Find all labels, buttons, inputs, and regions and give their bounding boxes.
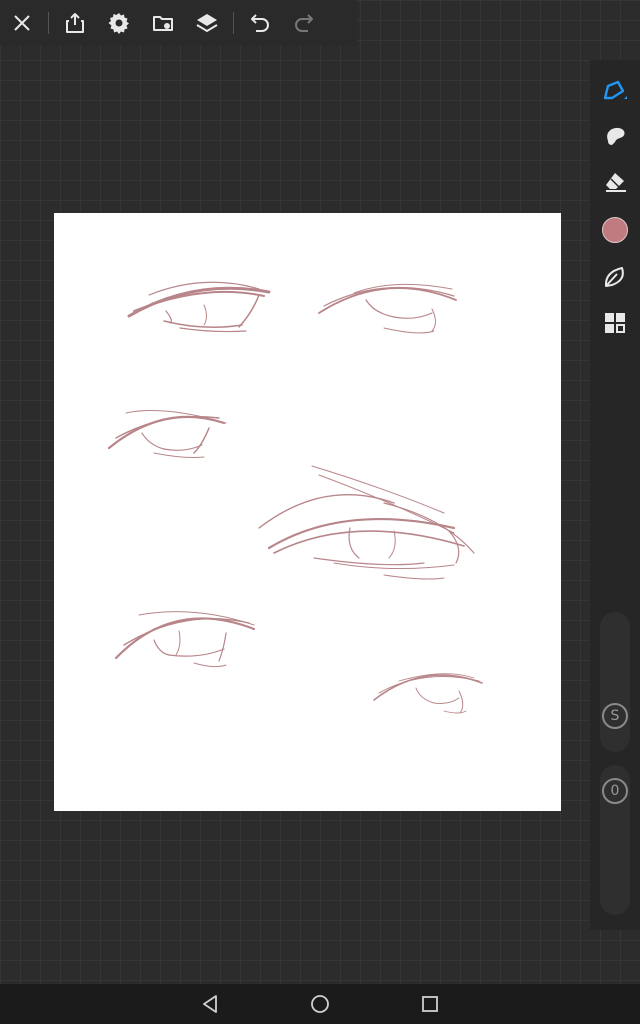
- tool-sidebar: S 0: [590, 60, 640, 930]
- recents-button[interactable]: [375, 984, 485, 1024]
- system-nav-bar: [0, 984, 640, 1024]
- color-swatch: [602, 217, 628, 243]
- brush-library-button[interactable]: [590, 257, 640, 297]
- recents-icon: [422, 996, 438, 1012]
- toolbar-divider: [233, 12, 234, 34]
- top-toolbar: [0, 0, 357, 46]
- undo-button[interactable]: [238, 0, 282, 46]
- smudge-tool-button[interactable]: [590, 116, 640, 156]
- color-picker-button[interactable]: [590, 210, 640, 250]
- gallery-icon: [153, 16, 173, 31]
- close-button[interactable]: [0, 0, 44, 46]
- opacity-label: 0: [610, 783, 620, 799]
- eraser-icon: [606, 173, 626, 192]
- gallery-button[interactable]: [141, 0, 185, 46]
- grid-icon: [605, 313, 625, 333]
- drawing-canvas[interactable]: [54, 213, 561, 811]
- size-label: S: [610, 708, 620, 724]
- toolbar-divider: [48, 12, 49, 34]
- pen-icon: [603, 80, 627, 100]
- back-button[interactable]: [155, 984, 265, 1024]
- settings-button[interactable]: [97, 0, 141, 46]
- eraser-tool-button[interactable]: [590, 162, 640, 202]
- opacity-knob[interactable]: 0: [602, 778, 628, 804]
- brush-size-slider[interactable]: [600, 612, 630, 752]
- share-icon: [66, 13, 84, 33]
- leaf-icon: [604, 267, 624, 287]
- materials-button[interactable]: [590, 303, 640, 343]
- brush-size-knob[interactable]: S: [602, 703, 628, 729]
- redo-button[interactable]: [282, 0, 326, 46]
- eye-sketches: [107, 281, 483, 714]
- home-icon: [311, 995, 329, 1013]
- gear-icon: [108, 13, 129, 34]
- home-button[interactable]: [265, 984, 375, 1024]
- redo-icon: [295, 14, 313, 32]
- undo-icon: [251, 14, 269, 32]
- layers-button[interactable]: [185, 0, 229, 46]
- share-button[interactable]: [53, 0, 97, 46]
- back-icon: [203, 995, 217, 1013]
- layers-icon: [196, 14, 218, 33]
- close-icon: [14, 15, 30, 31]
- pen-tool-button[interactable]: [590, 70, 640, 110]
- smudge-icon: [607, 127, 625, 145]
